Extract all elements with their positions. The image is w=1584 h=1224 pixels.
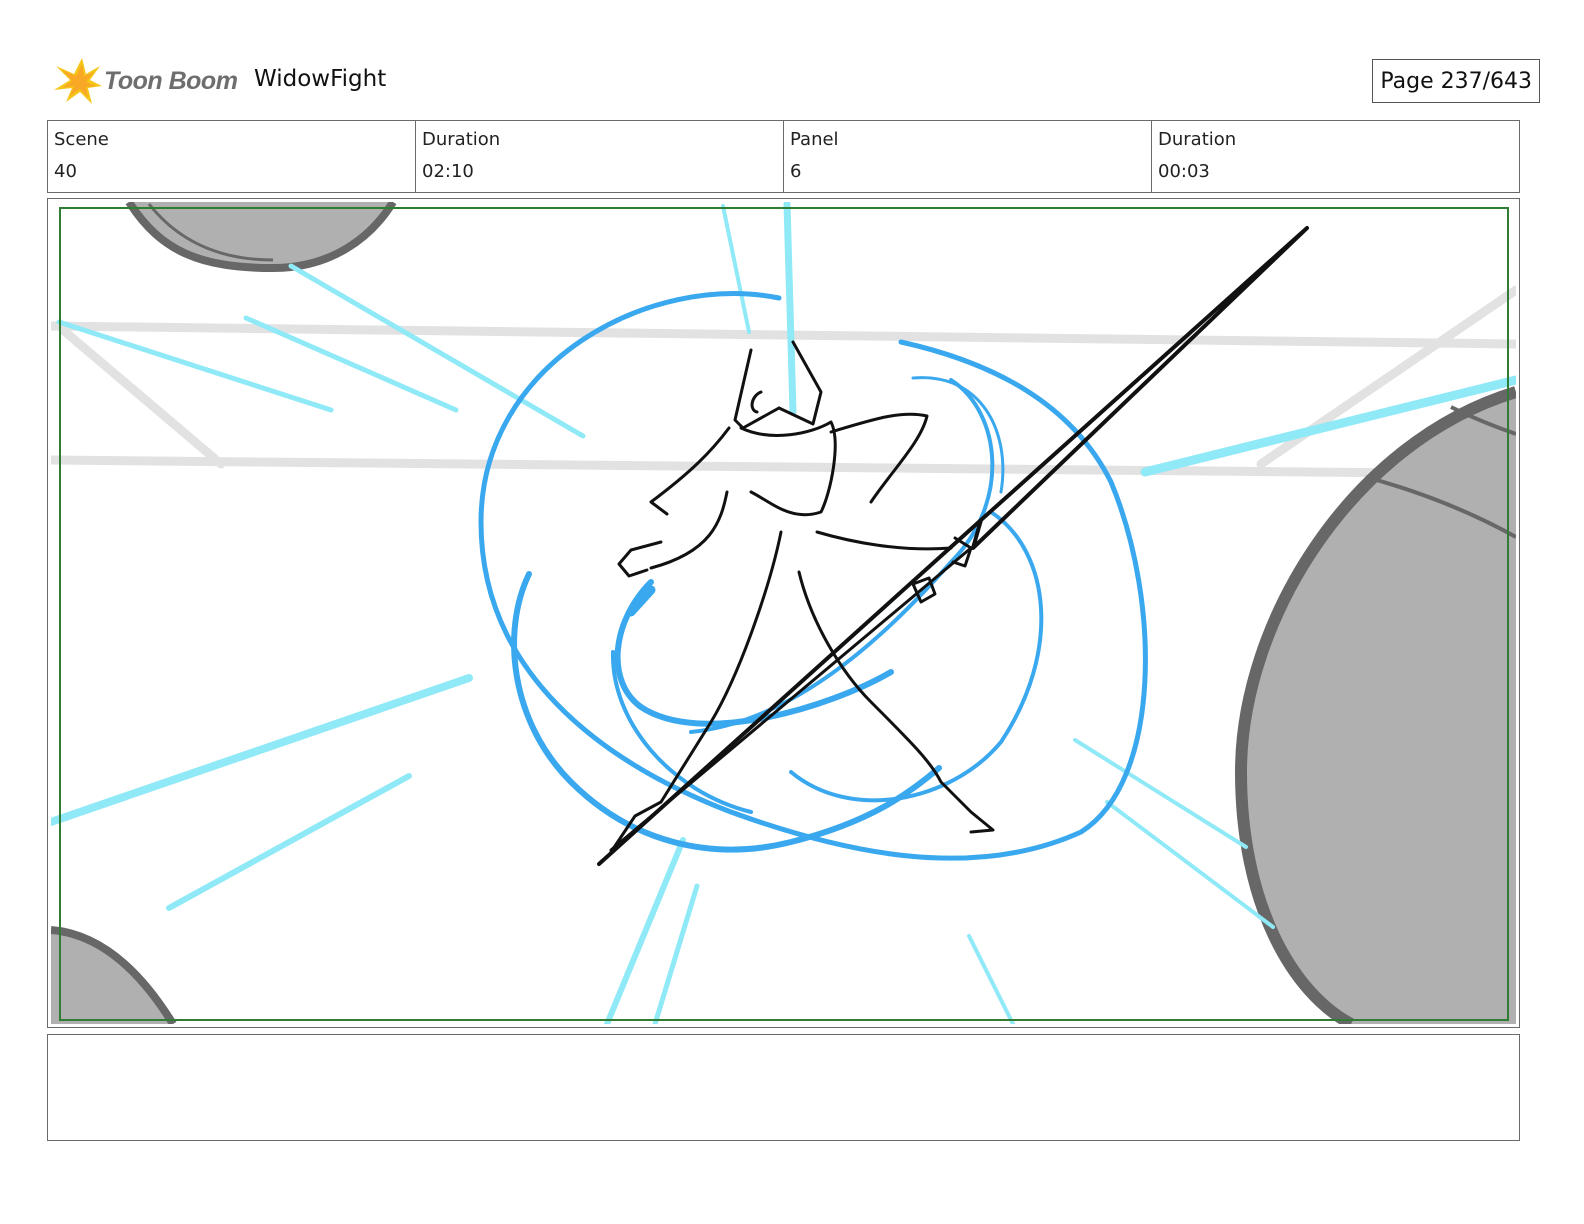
panel-cell: Panel 6 (784, 121, 1152, 192)
project-title: WidowFight (254, 66, 387, 92)
scene-duration-label: Duration (422, 129, 501, 150)
toon-boom-star-icon (54, 58, 102, 104)
page-header: Toon Boom WidowFight Page 237/643 (48, 54, 1540, 110)
panel-value: 6 (790, 161, 802, 182)
sketch-canvas (51, 202, 1516, 1024)
storyboard-drawing (51, 202, 1516, 1024)
scene-duration-value: 02:10 (422, 161, 474, 182)
scene-value: 40 (54, 161, 77, 182)
scene-duration-cell: Duration 02:10 (416, 121, 784, 192)
panel-label: Panel (790, 129, 839, 150)
scene-label: Scene (54, 129, 109, 150)
scene-cell: Scene 40 (48, 121, 416, 192)
logo-text: Toon Boom (104, 66, 238, 95)
character-sketch (597, 226, 1309, 866)
panel-duration-label: Duration (1158, 129, 1237, 150)
planet-top-left (125, 202, 397, 273)
page-number-box: Page 237/643 (1372, 59, 1540, 103)
toon-boom-logo: Toon Boom (52, 54, 238, 108)
caption-box (47, 1034, 1520, 1141)
panel-duration-cell: Duration 00:03 (1152, 121, 1519, 192)
background-grid-lines (51, 285, 1516, 479)
planet-bottom-left (51, 926, 177, 1024)
planet-right (1234, 386, 1516, 1024)
page-number: Page 237/643 (1380, 68, 1532, 94)
panel-duration-value: 00:03 (1158, 161, 1210, 182)
panel-info-table: Scene 40 Duration 02:10 Panel 6 Duration… (47, 120, 1520, 193)
